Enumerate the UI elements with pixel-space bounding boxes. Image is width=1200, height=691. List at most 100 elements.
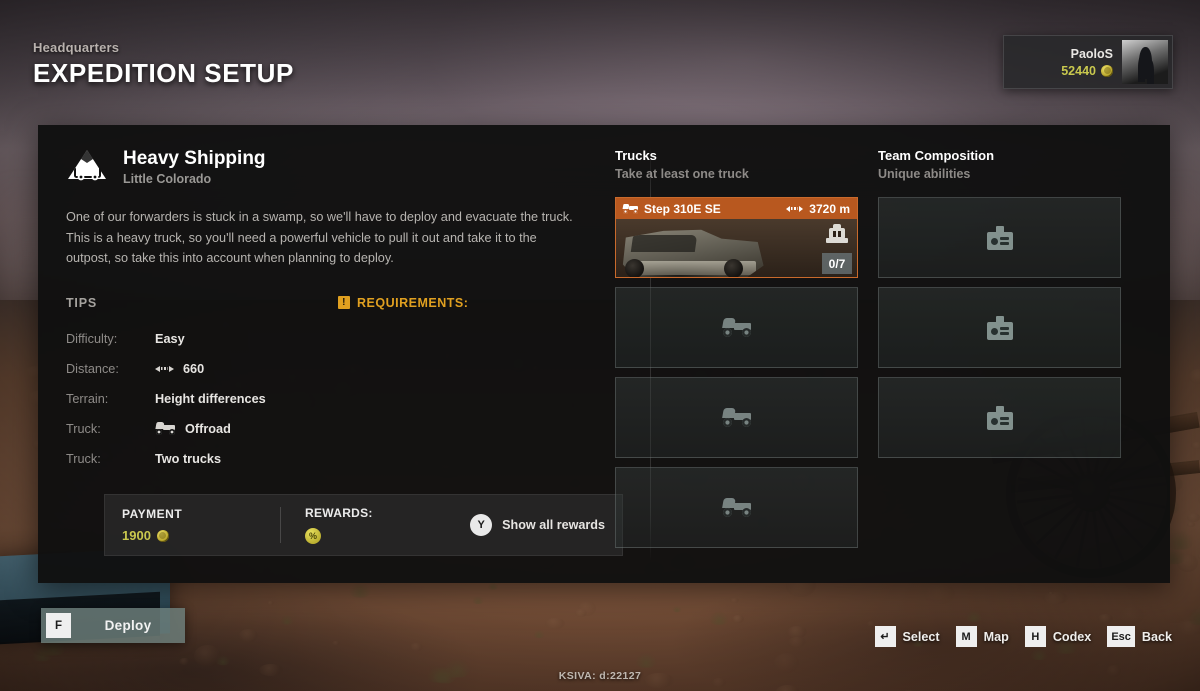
mission-details-column: Heavy Shipping Little Colorado One of ou… [38, 125, 623, 583]
watermark: KSIVA: d:22127 [558, 670, 642, 682]
expedition-panel: Heavy Shipping Little Colorado One of ou… [38, 125, 1170, 583]
payment-value: 1900 [122, 528, 280, 543]
truck-card-distance-group: 3720 m [786, 202, 850, 216]
tip-value: Offroad [155, 422, 231, 436]
mission-description: One of our forwarders is stuck in a swam… [66, 210, 573, 266]
tip-row-distance: Distance: 660 [66, 354, 615, 384]
payment-title: PAYMENT [122, 507, 183, 521]
hint-select[interactable]: ↵ Select [874, 626, 940, 647]
tip-value-text: Easy [155, 331, 185, 346]
tip-value: Height differences [155, 392, 266, 406]
tip-value: Easy [155, 332, 185, 346]
truck-slot-empty[interactable] [615, 287, 858, 368]
id-badge-icon [986, 225, 1013, 250]
tip-key: Truck: [66, 421, 101, 436]
truck-addon-count: 0/7 [822, 253, 852, 274]
mission-region: Little Colorado [123, 171, 212, 186]
player-card[interactable]: PaoloS 52440 [1003, 35, 1173, 89]
distance-icon [786, 204, 804, 213]
team-composition-column: Team Composition Unique abilities [878, 148, 1121, 583]
player-money-value: 52440 [1061, 63, 1096, 78]
truck-name: Step 310E SE [644, 201, 721, 216]
key-hint-y: Y [470, 514, 493, 536]
tips-label: TIPS [66, 295, 97, 310]
trucks-column: Trucks Take at least one truck Step 310E… [615, 148, 858, 583]
truck-slot-empty[interactable] [615, 467, 858, 548]
team-title: Team Composition [878, 148, 995, 163]
requirements-label-group: REQUIREMENTS: [338, 296, 468, 310]
mission-header: Heavy Shipping Little Colorado [66, 148, 615, 186]
distance-icon [155, 364, 174, 373]
truck-icon [155, 422, 176, 436]
payment-block: PAYMENT 1900 [105, 507, 280, 543]
page-header: Headquarters EXPEDITION SETUP [33, 40, 294, 89]
hint-codex[interactable]: H Codex [1024, 626, 1092, 647]
tip-key: Truck: [66, 451, 101, 466]
tip-key: Terrain: [66, 391, 109, 406]
coin-icon [1101, 64, 1113, 77]
team-slot-empty[interactable] [878, 377, 1121, 458]
trucks-title: Trucks [615, 148, 657, 163]
mountain-truck-icon [66, 148, 109, 186]
truck-icon [721, 498, 752, 517]
team-subtitle: Unique abilities [878, 167, 971, 181]
key-hint-m: M [955, 626, 977, 647]
truck-distance: 3720 m [809, 201, 850, 216]
key-hint-esc: Esc [1107, 626, 1135, 647]
page-title: EXPEDITION SETUP [33, 58, 294, 88]
player-info: PaoloS 52440 [1004, 36, 1122, 88]
truck-card-name-group: Step 310E SE [622, 201, 721, 216]
deploy-label: Deploy [104, 618, 152, 633]
tip-key: Distance: [66, 361, 119, 376]
coin-icon [156, 529, 169, 542]
trucks-subtitle: Take at least one truck [615, 167, 749, 181]
id-badge-icon [986, 315, 1013, 340]
hint-label: Select [902, 629, 940, 644]
hint-label: Map [983, 629, 1009, 644]
tip-value-text: 660 [183, 361, 205, 376]
player-name: PaoloS [1070, 46, 1113, 61]
team-slot-empty[interactable] [878, 197, 1121, 278]
warning-icon [338, 296, 350, 310]
tips-requirements-header: TIPS REQUIREMENTS: [66, 296, 591, 310]
key-hint-h: H [1024, 626, 1046, 647]
rewards-block: REWARDS: [281, 506, 470, 544]
tip-value-text: Two trucks [155, 451, 222, 466]
requirements-label: REQUIREMENTS: [357, 295, 469, 310]
mission-title: Heavy Shipping [123, 148, 266, 170]
truck-card-header: Step 310E SE 3720 m [616, 198, 857, 219]
tip-row-difficulty: Difficulty: Easy [66, 324, 615, 354]
truck-icon [622, 203, 638, 214]
hint-map[interactable]: M Map [955, 626, 1009, 647]
truck-slot-empty[interactable] [615, 377, 858, 458]
percent-badge-icon [305, 528, 321, 544]
hint-label: Back [1141, 629, 1172, 644]
payment-rewards-bar: PAYMENT 1900 REWARDS: Y Show all rewards [104, 494, 623, 556]
tip-value: Two trucks [155, 452, 221, 466]
hint-label: Codex [1052, 629, 1092, 644]
player-currency: 52440 [1061, 64, 1113, 78]
show-all-rewards-button[interactable]: Y Show all rewards [470, 514, 622, 536]
deploy-button[interactable]: F Deploy [41, 608, 185, 643]
show-all-rewards-label: Show all rewards [502, 518, 605, 532]
breadcrumb: Headquarters [33, 40, 120, 55]
truck-thumbnail-wheel [625, 259, 644, 277]
tip-row-terrain: Terrain: Height differences [66, 384, 615, 414]
payment-amount: 1900 [122, 528, 151, 543]
hint-back[interactable]: Esc Back [1107, 626, 1172, 647]
key-hint-enter: ↵ [874, 626, 896, 647]
tip-row-truck-type: Truck: Offroad [66, 414, 615, 444]
id-badge-icon [986, 405, 1013, 430]
tip-value-text: Offroad [185, 421, 231, 436]
winch-icon [826, 224, 848, 244]
truck-card-body: 0/7 [616, 219, 857, 277]
tip-value: 660 [155, 362, 204, 376]
mission-title-group: Heavy Shipping Little Colorado [123, 148, 266, 186]
selected-truck-card[interactable]: Step 310E SE 3720 m 0/7 [615, 197, 858, 278]
rewards-title: REWARDS: [305, 506, 373, 520]
avatar [1122, 40, 1168, 84]
tips-list: Difficulty: Easy Distance: 660 Terrain: … [66, 324, 615, 474]
key-hint-f: F [46, 613, 71, 638]
team-slot-empty[interactable] [878, 287, 1121, 368]
truck-thumbnail-wheel [724, 259, 743, 277]
